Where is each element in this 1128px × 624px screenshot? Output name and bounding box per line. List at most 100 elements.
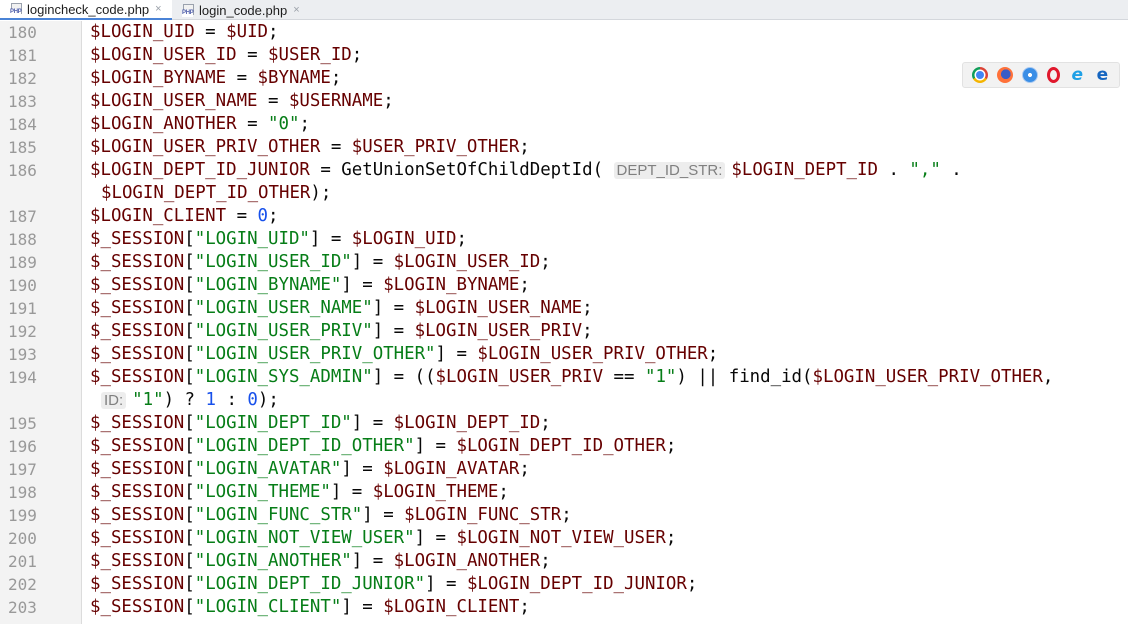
line-number: 185 [8,138,37,157]
code-token: ] = [341,275,384,295]
tab-label: login_code.php [199,2,288,18]
firefox-icon[interactable] [996,67,1013,83]
chrome-icon[interactable] [971,67,988,83]
code-line[interactable]: 189 $_SESSION["LOGIN_USER_ID"] = $LOGIN_U… [0,251,1128,274]
code-token: ] = [435,344,478,364]
code-text: $LOGIN_CLIENT = 0; [90,205,279,228]
code-token: $USERNAME [288,91,384,111]
code-token: "LOGIN_DEPT_ID" [194,413,352,433]
code-line[interactable]: 180 $LOGIN_UID = $UID; [0,21,1128,44]
code-token: = [226,68,258,88]
code-text: $LOGIN_DEPT_ID_JUNIOR = GetUnionSetOfChi… [90,159,962,182]
code-token: $UID [226,22,269,42]
code-token: $_SESSION [90,252,185,272]
code-line[interactable]: 202 $_SESSION["LOGIN_DEPT_ID_JUNIOR"] = $… [0,573,1128,596]
code-token: . [877,160,910,180]
code-token: ; [582,298,593,318]
code-token: $LOGIN_USER_NAME [414,298,583,318]
code-token: = [257,91,289,111]
code-token: ; [383,91,394,111]
line-number: 193 [8,345,37,364]
safari-icon[interactable] [1021,67,1038,83]
line-number: 184 [8,115,37,134]
code-token: "LOGIN_DEPT_ID_JUNIOR" [194,574,426,594]
code-line[interactable]: 192 $_SESSION["LOGIN_USER_PRIV"] = $LOGIN… [0,320,1128,343]
code-line[interactable]: 185 $LOGIN_USER_PRIV_OTHER = $USER_PRIV_O… [0,136,1128,159]
code-line[interactable]: 198 $_SESSION["LOGIN_THEME"] = $LOGIN_THE… [0,481,1128,504]
code-token: $LOGIN_DEPT_ID_OTHER [101,183,311,203]
code-token: $LOGIN_USER_PRIV_OTHER [90,137,321,157]
code-token: $LOGIN_USER_NAME [90,91,258,111]
code-line[interactable]: 193 $_SESSION["LOGIN_USER_PRIV_OTHER"] = … [0,343,1128,366]
editor-tab-bar: PHP logincheck_code.php × PHP login_code… [0,0,1128,20]
code-token: ] = [362,505,405,525]
code-editor[interactable]: 180 $LOGIN_UID = $UID; 181 $LOGIN_USER_ID =… [0,21,1128,624]
code-token: [ [184,551,195,571]
code-line[interactable]: $LOGIN_DEPT_ID_OTHER); [0,182,1128,205]
code-token: "LOGIN_USER_ID" [194,252,352,272]
code-line[interactable]: 195 $_SESSION["LOGIN_DEPT_ID"] = $LOGIN_D… [0,412,1128,435]
code-token: "LOGIN_FUNC_STR" [194,505,363,525]
code-line[interactable]: 184 $LOGIN_ANOTHER = "0"; [0,113,1128,136]
php-file-icon: PHP [10,2,23,16]
code-token: ; [351,45,363,65]
code-line[interactable]: 183 $LOGIN_USER_NAME = $USERNAME; [0,90,1128,113]
opera-icon[interactable] [1047,67,1061,83]
code-line[interactable]: 181 $LOGIN_USER_ID = $USER_ID; [0,44,1128,67]
code-token: $LOGIN_ANOTHER [90,114,237,134]
code-token: "LOGIN_USER_PRIV_OTHER" [194,344,436,364]
code-token: ; [540,252,551,272]
code-line[interactable]: 191 $_SESSION["LOGIN_USER_NAME"] = $LOGIN… [0,297,1128,320]
code-token: ; [519,459,530,479]
code-line[interactable]: ID: "1") ? 1 : 0); [0,389,1128,412]
edge-icon[interactable]: e [1094,67,1110,84]
code-text: ID: "1") ? 1 : 0); [101,389,279,412]
code-token: $LOGIN_FUNC_STR [404,505,562,525]
code-token: [ [184,344,195,364]
code-token: [ [184,275,195,295]
code-token: ; [686,574,698,594]
code-token: ] = (( [372,367,436,387]
code-line[interactable]: 200 $_SESSION["LOGIN_NOT_VIEW_USER"] = $L… [0,527,1128,550]
code-token: [ [184,298,195,318]
code-line[interactable]: 188 $_SESSION["LOGIN_UID"] = $LOGIN_UID; [0,228,1128,251]
code-token: ; [561,505,572,525]
close-tab-icon[interactable]: × [155,3,161,15]
line-number: 187 [8,207,37,226]
code-token: [ [184,321,195,341]
code-line[interactable]: 194 $_SESSION["LOGIN_SYS_ADMIN"] = (($LOG… [0,366,1128,389]
code-token: = [320,137,352,157]
code-token: $LOGIN_UID [90,22,195,42]
code-line[interactable]: 201 $_SESSION["LOGIN_ANOTHER"] = $LOGIN_A… [0,550,1128,573]
code-line[interactable]: 182 $LOGIN_BYNAME = $BYNAME; [0,67,1128,90]
code-line[interactable]: 203 $_SESSION["LOGIN_CLIENT"] = $LOGIN_CL… [0,596,1128,619]
code-token: "LOGIN_NOT_VIEW_USER" [194,528,415,548]
code-line[interactable]: 190 $_SESSION["LOGIN_BYNAME"] = $LOGIN_BY… [0,274,1128,297]
internet-explorer-icon[interactable]: e [1069,67,1085,84]
code-line[interactable]: 187 $LOGIN_CLIENT = 0; [0,205,1128,228]
code-text: $LOGIN_USER_PRIV_OTHER = $USER_PRIV_OTHE… [90,136,530,159]
close-tab-icon[interactable]: × [293,4,299,16]
tab-logincheck-code[interactable]: PHP logincheck_code.php × [0,0,172,20]
code-text: $_SESSION["LOGIN_USER_NAME"] = $LOGIN_US… [90,297,593,320]
code-token: , [1042,367,1054,387]
code-token: "LOGIN_ANOTHER" [194,551,352,571]
tab-login-code[interactable]: PHP login_code.php × [172,0,312,20]
code-line[interactable]: 199 $_SESSION["LOGIN_FUNC_STR"] = $LOGIN_… [0,504,1128,527]
line-number: 191 [8,299,37,318]
code-token: $LOGIN_NOT_VIEW_USER [456,528,666,548]
line-number: 203 [8,598,37,617]
line-number: 190 [8,276,37,295]
code-token: ] = [351,413,394,433]
code-token: ] = [372,298,415,318]
code-text: $_SESSION["LOGIN_DEPT_ID_JUNIOR"] = $LOG… [90,573,697,596]
code-line[interactable]: 196 $_SESSION["LOGIN_DEPT_ID_OTHER"] = $L… [0,435,1128,458]
code-text: $LOGIN_UID = $UID; [90,21,279,44]
code-token: $_SESSION [90,321,185,341]
code-line[interactable]: 197 $_SESSION["LOGIN_AVATAR"] = $LOGIN_AV… [0,458,1128,481]
code-token: "1" [132,390,164,410]
code-token: ] = [341,597,384,617]
code-line[interactable]: 186 $LOGIN_DEPT_ID_JUNIOR = GetUnionSetOf… [0,159,1128,182]
code-token: $_SESSION [90,459,185,479]
line-number: 198 [8,483,37,502]
